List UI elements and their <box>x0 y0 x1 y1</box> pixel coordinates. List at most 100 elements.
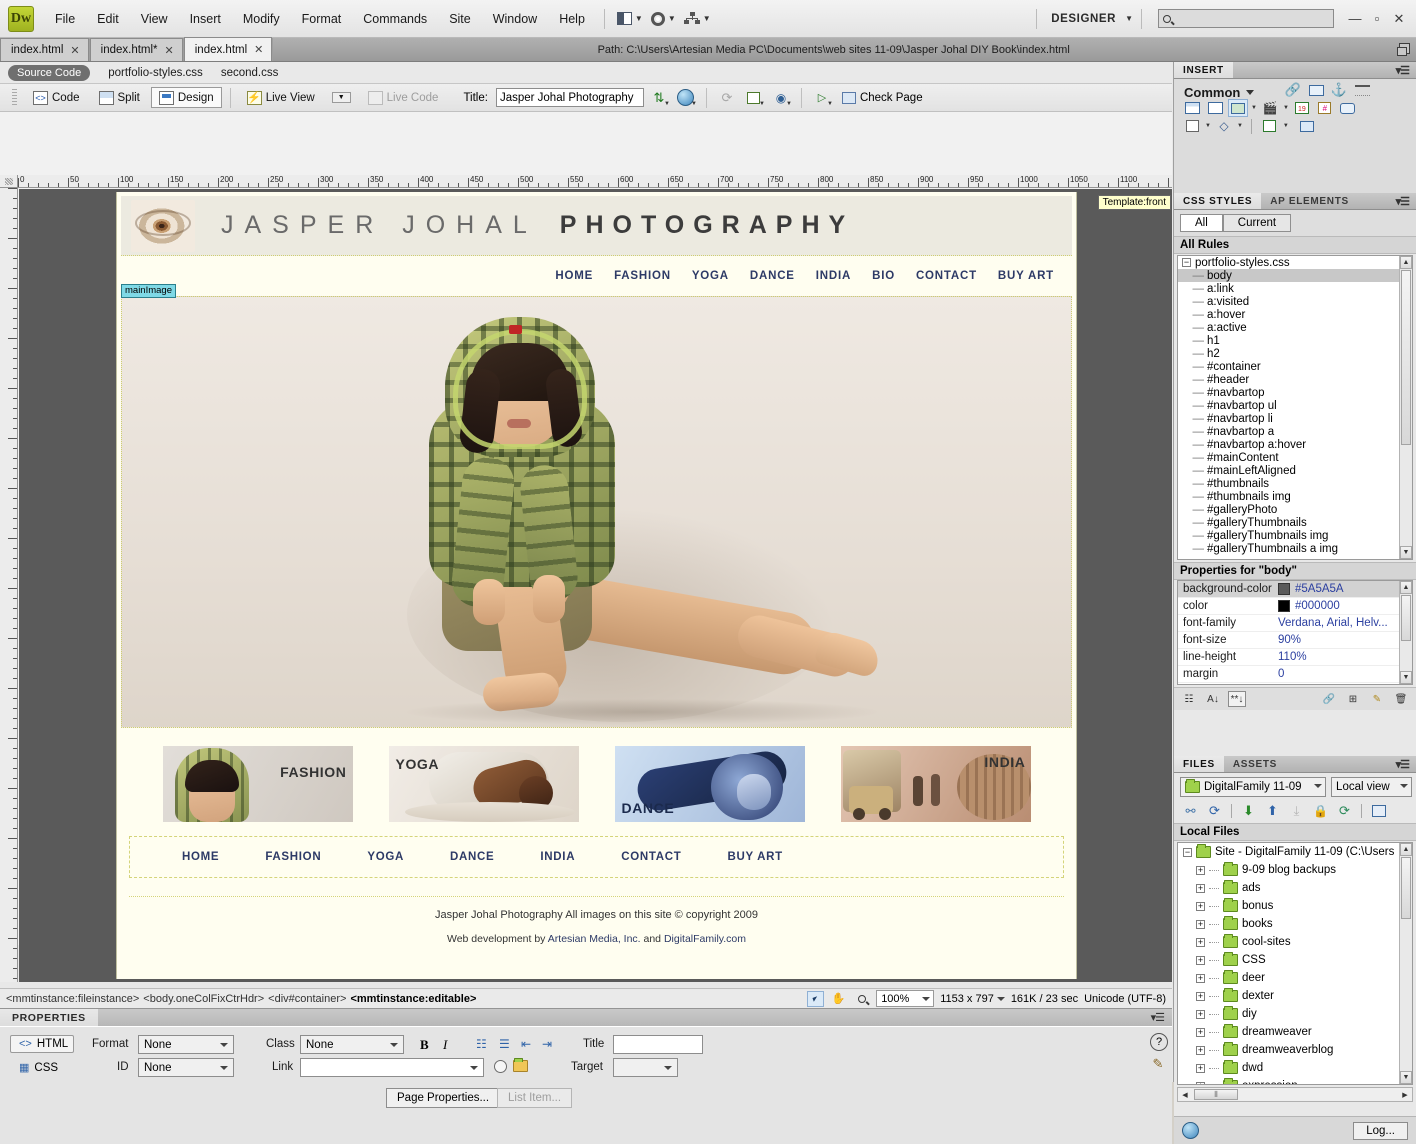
chevron-down-icon[interactable]: ▼ <box>1251 105 1257 111</box>
browse-for-file-icon[interactable] <box>513 1058 528 1072</box>
attach-style-sheet-icon[interactable]: 🔗 <box>1320 691 1338 707</box>
tab-insert[interactable]: INSERT <box>1174 62 1233 78</box>
thumbnail-dance[interactable]: DANCE <box>614 746 805 822</box>
document-tab-1[interactable]: index.html ✕ <box>0 38 89 61</box>
css-rule-row[interactable]: — a:hover <box>1178 308 1412 321</box>
nav-bottom-dance[interactable]: DANCE <box>450 851 494 863</box>
site-select[interactable]: DigitalFamily 11-09 <box>1180 777 1327 797</box>
expand-icon[interactable]: + <box>1196 883 1205 893</box>
nav-bottom-india[interactable]: INDIA <box>540 851 575 863</box>
nav-top-contact[interactable]: CONTACT <box>916 270 977 282</box>
expand-collapse-icon[interactable] <box>1368 802 1389 820</box>
split-view-button[interactable]: Split <box>91 87 148 108</box>
tab-files[interactable]: FILES <box>1174 756 1224 772</box>
css-rule-row[interactable]: — h1 <box>1178 334 1412 347</box>
hyperlink-break-icon[interactable]: 🔗 <box>1283 81 1303 99</box>
footer-link-artesian[interactable]: Artesian Media, Inc. <box>548 933 641 945</box>
date-icon[interactable]: 19 <box>1292 99 1312 117</box>
expand-icon[interactable]: + <box>1196 901 1205 911</box>
nav-top-home[interactable]: HOME <box>555 270 593 282</box>
panel-options-menu-icon[interactable]: ▾☰ <box>1389 193 1416 209</box>
tag-selector-item-3[interactable]: <mmtinstance:editable> <box>350 993 476 1005</box>
tag-selector-item-1[interactable]: <body.oneColFixCtrHdr> <box>143 993 264 1005</box>
css-property-row[interactable]: background-color #5A5A5A <box>1178 581 1412 598</box>
css-rule-row[interactable]: — #thumbnails img <box>1178 490 1412 503</box>
design-canvas[interactable]: Template:front JASPER JOHAL PHOTOGRAPHY … <box>19 189 1172 982</box>
scrollbar-thumb[interactable] <box>1401 857 1411 919</box>
css-rule-row[interactable]: — a:active <box>1178 321 1412 334</box>
menu-commands[interactable]: Commands <box>352 8 438 30</box>
css-property-value[interactable]: #000000 <box>1278 600 1340 612</box>
css-properties-grid[interactable]: background-color #5A5A5A color #000000 f… <box>1177 580 1413 685</box>
chevron-down-icon[interactable]: ▼ <box>1283 123 1289 129</box>
menu-view[interactable]: View <box>130 8 179 30</box>
css-property-row[interactable]: line-height 110% <box>1178 649 1412 666</box>
css-rules-list[interactable]: − portfolio-styles.css — body — a:link — a:… <box>1177 255 1413 560</box>
file-tree-root-row[interactable]: − Site - DigitalFamily 11-09 (C:\Users <box>1178 843 1412 861</box>
menu-file[interactable]: File <box>44 8 86 30</box>
menu-site[interactable]: Site <box>438 8 482 30</box>
css-rule-row[interactable]: — #galleryThumbnails a img <box>1178 542 1412 555</box>
class-select[interactable]: None <box>300 1035 404 1054</box>
expand-icon[interactable]: + <box>1196 919 1205 929</box>
expand-icon[interactable]: + <box>1196 1027 1205 1037</box>
get-files-icon[interactable]: ⬇ <box>1238 802 1259 820</box>
chevron-down-icon[interactable]: ▼ <box>1237 123 1243 129</box>
help-icon[interactable]: ? <box>1150 1033 1168 1051</box>
zoom-tool-button[interactable] <box>853 991 870 1007</box>
css-property-row[interactable]: margin 0 <box>1178 666 1412 683</box>
bold-button[interactable]: B <box>420 1037 429 1053</box>
css-property-row[interactable]: font-size 90% <box>1178 632 1412 649</box>
layout-switcher-button[interactable]: ▼ <box>613 9 647 28</box>
file-tree-item[interactable]: + diy <box>1178 1005 1412 1023</box>
expand-icon[interactable]: + <box>1196 865 1205 875</box>
menu-help[interactable]: Help <box>548 8 596 30</box>
nav-top-dance[interactable]: DANCE <box>750 270 795 282</box>
css-rule-row[interactable]: — #navbartop li <box>1178 412 1412 425</box>
file-tree-item[interactable]: + dexter <box>1178 987 1412 1005</box>
css-rule-row[interactable]: — #navbartop <box>1178 386 1412 399</box>
document-tab-2[interactable]: index.html* ✕ <box>89 38 183 61</box>
nav-top-bio[interactable]: BIO <box>872 270 895 282</box>
extend-dreamweaver-button[interactable]: ▼ <box>647 9 680 29</box>
workspace-switcher[interactable]: DESIGNER <box>1045 10 1122 28</box>
collapse-icon[interactable]: − <box>1182 258 1191 267</box>
named-anchor-icon[interactable]: ⚓ <box>1329 81 1349 99</box>
css-rule-row[interactable]: — #mainLeftAligned <box>1178 464 1412 477</box>
refresh-icon[interactable]: ⟳ <box>1204 802 1225 820</box>
email-link-icon[interactable] <box>1306 81 1326 99</box>
title-attr-input[interactable] <box>613 1035 703 1054</box>
tag-selector-item-2[interactable]: <div#container> <box>268 993 346 1005</box>
close-icon[interactable]: ✕ <box>70 44 79 57</box>
chevron-down-icon[interactable]: ▼ <box>1283 105 1289 111</box>
widget-browser-icon[interactable] <box>1297 117 1317 135</box>
chevron-down-icon[interactable]: ▼ <box>1125 14 1133 23</box>
footer-link-digitalfamily[interactable]: DigitalFamily.com <box>664 933 746 945</box>
synchronize-icon[interactable]: ⟳ <box>1334 802 1355 820</box>
format-select[interactable]: None <box>138 1035 234 1054</box>
file-tree-item[interactable]: + bonus <box>1178 897 1412 915</box>
indent-button[interactable]: ⇥ <box>542 1037 552 1051</box>
css-rule-row[interactable]: — #header <box>1178 373 1412 386</box>
expand-icon[interactable]: + <box>1196 973 1205 983</box>
nav-bottom-home[interactable]: HOME <box>182 851 219 863</box>
expand-icon[interactable]: + <box>1196 991 1205 1001</box>
files-horizontal-scrollbar[interactable]: ◀ ⦀ ▶ <box>1177 1087 1413 1102</box>
templates-icon[interactable] <box>1182 117 1202 135</box>
search-input[interactable] <box>1158 9 1334 28</box>
properties-tab[interactable]: PROPERTIES <box>0 1008 98 1027</box>
nav-bottom-fashion[interactable]: FASHION <box>265 851 321 863</box>
preview-in-browser-button[interactable]: ▼ <box>675 87 697 108</box>
file-tree-item[interactable]: + books <box>1178 915 1412 933</box>
css-mode-current-button[interactable]: Current <box>1222 214 1292 232</box>
toolbar-grip[interactable] <box>12 88 17 107</box>
files-scrollbar[interactable]: ▲ ▼ <box>1399 843 1412 1084</box>
close-icon[interactable]: ✕ <box>165 44 174 57</box>
ruler-corner[interactable] <box>0 175 18 188</box>
link-input[interactable] <box>300 1058 484 1077</box>
css-rule-row[interactable]: — #galleryPhoto <box>1178 503 1412 516</box>
panel-options-menu-icon[interactable]: ▾☰ <box>1389 62 1416 78</box>
ordered-list-button[interactable]: ☰ <box>499 1037 510 1051</box>
images-icon[interactable] <box>1228 99 1248 117</box>
expand-icon[interactable]: + <box>1196 1045 1205 1055</box>
